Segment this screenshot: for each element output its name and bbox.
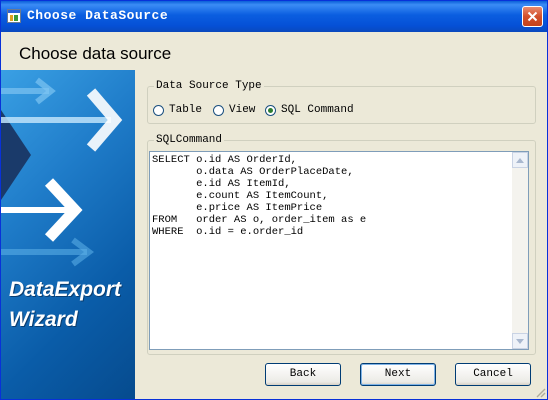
next-button[interactable]: Next xyxy=(360,363,436,386)
sql-line: e.id AS ItemId, xyxy=(152,178,291,190)
radio-view-label: View xyxy=(229,104,256,116)
sql-command-textarea[interactable]: SELECT o.id AS OrderId, o.data AS OrderP… xyxy=(149,151,529,350)
radio-table-indicator xyxy=(153,104,164,116)
sql-line: e.price AS ItemPrice xyxy=(152,202,323,214)
radio-sql-command-label: SQL Command xyxy=(281,104,354,116)
vertical-scrollbar[interactable] xyxy=(512,152,528,349)
datasource-type-legend: Data Source Type xyxy=(156,80,262,92)
window-title: Choose DataSource xyxy=(27,8,169,23)
radio-table[interactable]: Table xyxy=(153,104,202,116)
sql-line: FROM order AS o, order_item as e xyxy=(152,214,367,226)
title-bar[interactable]: Choose DataSource xyxy=(1,1,547,32)
sql-command-legend: SQLCommand xyxy=(156,134,223,146)
scroll-up-button[interactable] xyxy=(512,152,528,168)
close-icon xyxy=(527,11,538,22)
scroll-down-button[interactable] xyxy=(512,333,528,349)
cancel-button[interactable]: Cancel xyxy=(455,363,531,386)
dialog-header: Choose data source xyxy=(1,32,547,70)
sql-line: e.count AS ItemCount, xyxy=(152,190,329,202)
wizard-banner: DataExport Wizard xyxy=(1,70,135,399)
app-window-icon xyxy=(7,9,21,23)
resize-grip-icon[interactable] xyxy=(534,386,546,398)
scroll-down-icon xyxy=(516,338,524,344)
sql-line: WHERE o.id = e.order_id xyxy=(152,226,304,238)
arrow-right-icon xyxy=(1,77,123,267)
scroll-up-icon xyxy=(516,157,524,163)
sql-command-text[interactable]: SELECT o.id AS OrderId, o.data AS OrderP… xyxy=(152,154,510,238)
wizard-banner-text: DataExport Wizard xyxy=(9,275,121,335)
radio-view-indicator xyxy=(213,104,224,116)
close-button[interactable] xyxy=(522,6,543,27)
radio-sql-command[interactable]: SQL Command xyxy=(265,104,354,116)
radio-sql-command-indicator xyxy=(265,104,276,116)
radio-view[interactable]: View xyxy=(213,104,255,116)
sql-line: SELECT o.id AS OrderId, xyxy=(152,154,297,166)
choose-datasource-dialog: Choose DataSource Choose data source Dat… xyxy=(0,0,548,400)
back-button[interactable]: Back xyxy=(265,363,341,386)
banner-line1: DataExport xyxy=(9,278,122,301)
page-title: Choose data source xyxy=(19,44,172,63)
datasource-type-group: Data Source Type xyxy=(147,80,536,124)
dialog-content: Data Source Type Table View SQL Command … xyxy=(135,70,547,399)
banner-line2: Wizard xyxy=(9,308,78,331)
radio-table-label: Table xyxy=(169,104,203,116)
sql-line: o.data AS OrderPlaceDate, xyxy=(152,166,354,178)
